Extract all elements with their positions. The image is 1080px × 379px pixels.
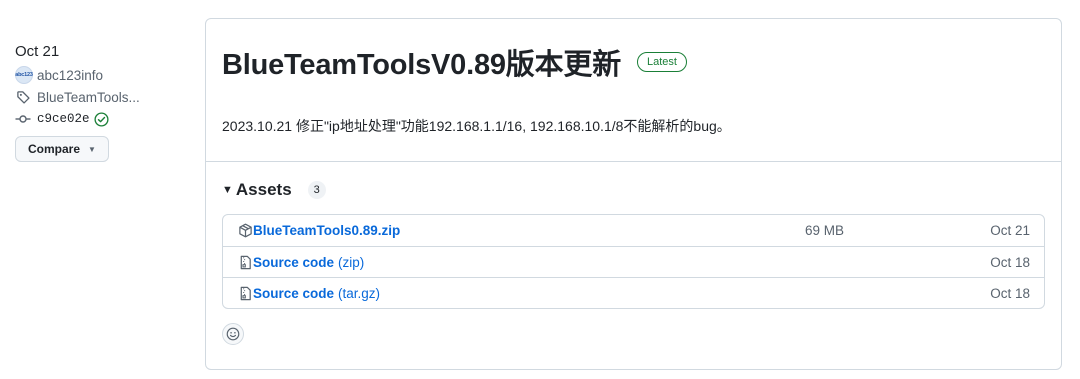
package-icon bbox=[237, 223, 253, 239]
avatar[interactable]: abc123 bbox=[15, 66, 33, 84]
file-zip-icon bbox=[237, 285, 253, 301]
verified-check-icon[interactable] bbox=[93, 111, 109, 127]
chevron-down-icon: ▼ bbox=[88, 144, 96, 154]
release-card: BlueTeamToolsV0.89版本更新 Latest 2023.10.21… bbox=[205, 18, 1062, 370]
asset-row[interactable]: Source code (zip) Oct 18 bbox=[223, 246, 1044, 277]
release-description: 2023.10.21 修正"ip地址处理"功能192.168.1.1/16, 1… bbox=[222, 118, 731, 134]
release-title[interactable]: BlueTeamToolsV0.89版本更新 bbox=[222, 41, 621, 83]
asset-date: Oct 18 bbox=[990, 254, 1030, 270]
tag-row[interactable]: BlueTeamTools... bbox=[15, 86, 195, 108]
assets-label: Assets bbox=[235, 180, 292, 199]
tag-name[interactable]: BlueTeamTools... bbox=[37, 90, 140, 105]
asset-name[interactable]: Source code bbox=[253, 255, 334, 270]
assets-count: 3 bbox=[307, 181, 326, 199]
asset-name[interactable]: Source code bbox=[253, 286, 334, 301]
add-reaction-button[interactable] bbox=[222, 323, 244, 345]
asset-size: 69 MB bbox=[805, 223, 845, 238]
commit-row[interactable]: c9ce02e bbox=[15, 108, 195, 130]
commit-sha[interactable]: c9ce02e bbox=[37, 112, 90, 126]
asset-row[interactable]: Source code (tar.gz) Oct 18 bbox=[223, 277, 1044, 308]
asset-list: BlueTeamTools0.89.zip 69 MB Oct 21 Sourc… bbox=[222, 214, 1045, 309]
asset-ext[interactable]: (tar.gz) bbox=[338, 286, 380, 301]
tag-icon bbox=[15, 89, 31, 105]
release-date: Oct 21 bbox=[15, 43, 60, 60]
file-zip-icon bbox=[237, 254, 253, 270]
git-commit-icon bbox=[15, 111, 31, 127]
triangle-down-icon: ▼ bbox=[222, 184, 233, 196]
asset-date: Oct 18 bbox=[990, 285, 1030, 301]
compare-label: Compare bbox=[28, 142, 81, 156]
release-header: BlueTeamToolsV0.89版本更新 Latest 2023.10.21… bbox=[206, 19, 1061, 162]
assets-section: ▼ Assets 3 BlueTeamTools0.89.zip 69 MB O… bbox=[206, 162, 1061, 345]
assets-toggle[interactable]: ▼ Assets 3 bbox=[222, 180, 1045, 200]
asset-date: Oct 21 bbox=[990, 223, 1030, 238]
smiley-icon bbox=[226, 327, 240, 341]
asset-name[interactable]: BlueTeamTools0.89.zip bbox=[253, 223, 400, 238]
release-meta: Oct 21 abc123 abc123info BlueTeamTools..… bbox=[15, 40, 195, 162]
title-row: BlueTeamToolsV0.89版本更新 Latest bbox=[222, 41, 1045, 83]
author-row[interactable]: abc123 abc123info bbox=[15, 64, 195, 86]
release-page: Oct 21 abc123 abc123info BlueTeamTools..… bbox=[0, 0, 1080, 379]
asset-row[interactable]: BlueTeamTools0.89.zip 69 MB Oct 21 bbox=[223, 215, 1044, 246]
compare-button[interactable]: Compare ▼ bbox=[15, 136, 109, 162]
author-name[interactable]: abc123info bbox=[37, 68, 103, 83]
asset-ext[interactable]: (zip) bbox=[338, 255, 364, 270]
latest-badge: Latest bbox=[637, 52, 687, 72]
